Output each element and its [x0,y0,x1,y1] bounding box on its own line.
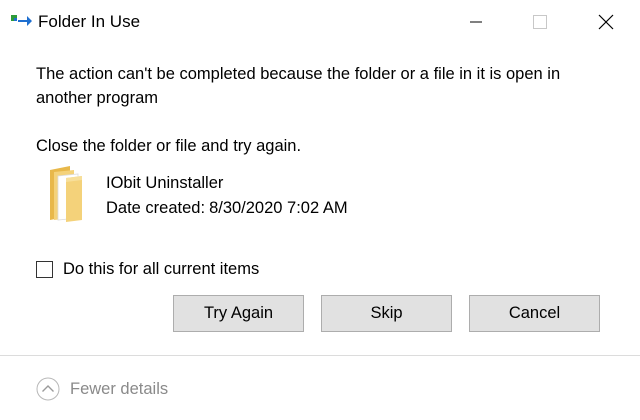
checkbox-box[interactable] [36,260,53,278]
minimize-button[interactable] [444,0,508,44]
checkbox-label[interactable]: Do this for all current items [63,258,259,280]
skip-button[interactable]: Skip [321,295,452,332]
item-date-value: 8/30/2020 7:02 AM [209,199,348,217]
item-date-created: Date created: 8/30/2020 7:02 AM [106,197,348,219]
footer-divider [0,355,640,356]
item-name: IObit Uninstaller [106,174,224,192]
error-message: The action can't be completed because th… [36,65,561,107]
fewer-details-toggle[interactable]: Fewer details [36,376,168,402]
item-date-label: Date created: [106,199,206,217]
maximize-icon [533,15,547,29]
maximize-button[interactable] [508,0,572,44]
chevron-up-circle-icon [36,377,60,401]
instruction-text: Close the folder or file and try again. [36,137,302,155]
folder-icon [50,166,82,222]
try-again-button[interactable]: Try Again [173,295,304,332]
title-bar[interactable]: Folder In Use [0,0,640,44]
cancel-button[interactable]: Cancel [469,295,600,332]
folder-in-use-dialog: Folder In Use The action can't be comple… [0,0,640,420]
fewer-details-label[interactable]: Fewer details [70,378,168,400]
minimize-icon [470,21,482,23]
close-icon [598,14,614,30]
close-button[interactable] [574,0,638,44]
window-title: Folder In Use [38,12,141,31]
apply-to-all-checkbox[interactable]: Do this for all current items [36,258,259,280]
folder-move-icon [11,15,32,26]
